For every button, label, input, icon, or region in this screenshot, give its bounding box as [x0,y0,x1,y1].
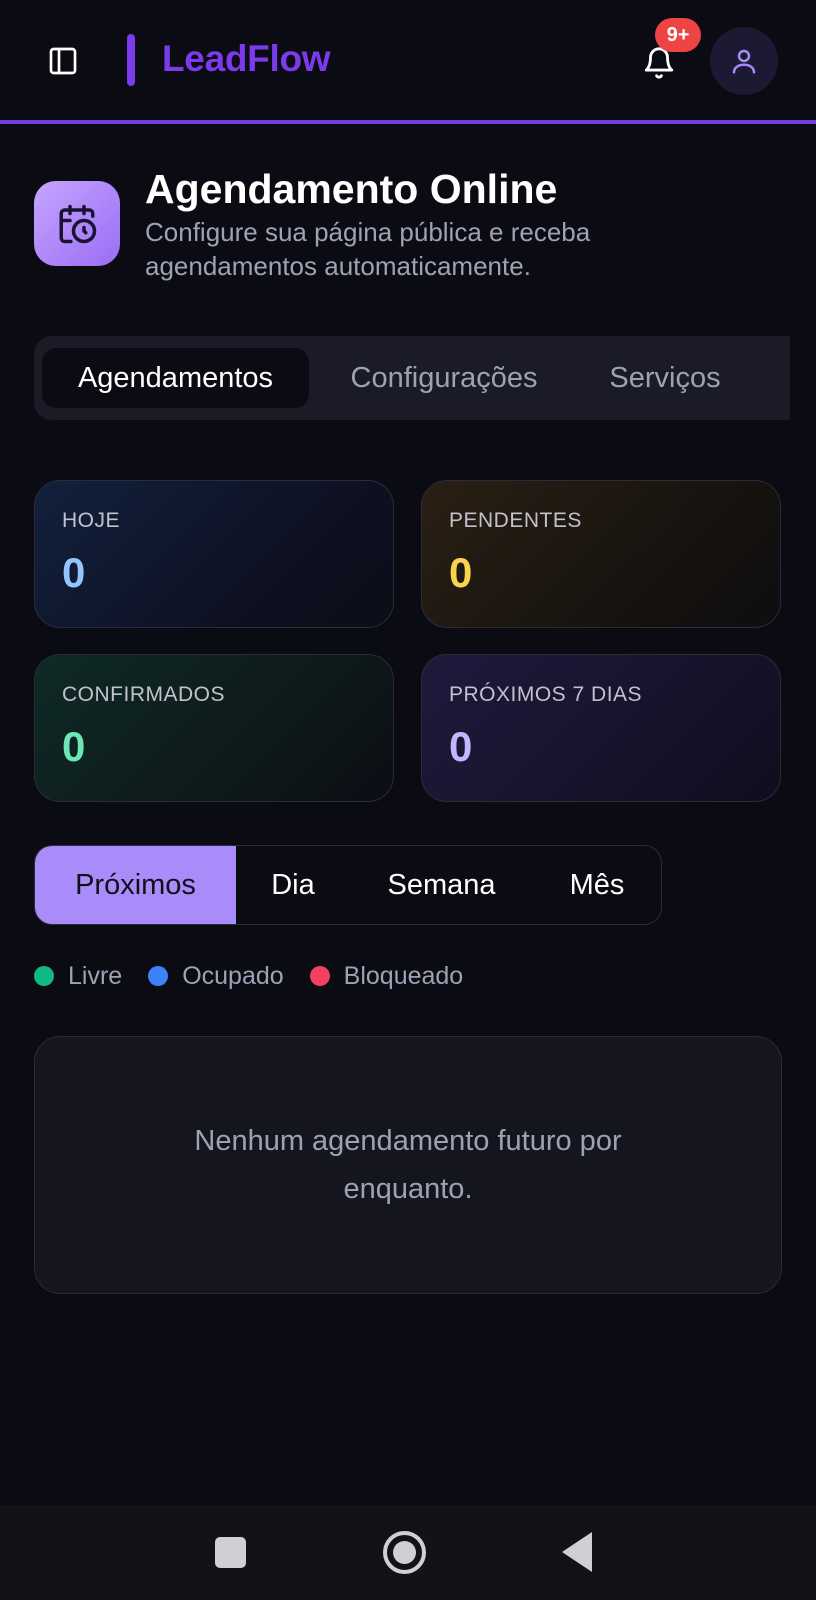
main-tabs: Agendamentos Configurações Serviços [34,336,790,420]
brand-accent-bar [127,34,135,86]
stat-card-confirmados: CONFIRMADOS 0 [34,654,394,802]
page-subtitle: Configure sua página pública e receba ag… [145,217,591,281]
stat-label: HOJE [62,509,121,532]
page-title: Agendamento Online [145,166,558,212]
stat-value: 0 [449,549,473,596]
back-icon[interactable] [562,1532,592,1572]
home-icon[interactable] [383,1531,426,1574]
stat-value: 0 [449,723,473,770]
legend-dot-bloqueado [309,966,330,986]
stat-value: 0 [62,549,86,596]
calendar-clock-icon [59,204,97,243]
view-tab-semana[interactable]: Semana [350,846,533,924]
status-legend: Livre Ocupado Bloqueado [34,958,489,994]
view-tab-dia[interactable]: Dia [236,846,350,924]
legend-label: Livre [68,961,123,990]
home-icon-inner [393,1541,416,1564]
user-avatar-button[interactable] [710,27,778,95]
sidebar-toggle-icon [49,47,77,75]
legend-item-livre: Livre [34,962,122,991]
legend-label: Bloqueado [343,961,464,990]
tab-servicos[interactable]: Serviços [579,348,751,408]
page-icon-tile [34,181,120,266]
legend-dot-livre [34,966,54,986]
legend-label: Ocupado [182,961,284,990]
tab-configuracoes[interactable]: Configurações [309,348,579,408]
view-tab-mes[interactable]: Mês [533,846,661,924]
stat-label: PRÓXIMOS 7 DIAS [449,683,643,706]
appointments-list-panel: Nenhum agendamento futuro por enquanto. [34,1036,782,1294]
recent-apps-icon[interactable] [215,1537,246,1568]
notifications-badge: 9+ [655,18,701,52]
stat-card-pendentes: PENDENTES 0 [421,480,781,628]
sidebar-toggle-button[interactable] [44,42,82,80]
system-navigation-bar [0,1505,816,1600]
stat-label: PENDENTES [449,509,582,532]
stat-card-hoje: HOJE 0 [34,480,394,628]
tab-agendamentos[interactable]: Agendamentos [42,348,309,408]
user-icon [732,49,756,74]
top-bar: LeadFlow 9+ [0,0,816,124]
view-tab-proximos[interactable]: Próximos [35,846,236,924]
stat-value: 0 [62,723,86,770]
empty-state-message: Nenhum agendamento futuro por enquanto. [194,1125,622,1205]
legend-dot-ocupado [148,966,169,986]
legend-item-bloqueado: Bloqueado [309,961,464,991]
view-segmented-control: Próximos Dia Semana Mês [34,845,662,925]
stat-label: CONFIRMADOS [62,683,225,706]
brand-logo-text[interactable]: LeadFlow [162,38,331,80]
stat-card-proximos-7-dias: PRÓXIMOS 7 DIAS 0 [421,654,781,802]
legend-item-ocupado: Ocupado [148,961,284,991]
